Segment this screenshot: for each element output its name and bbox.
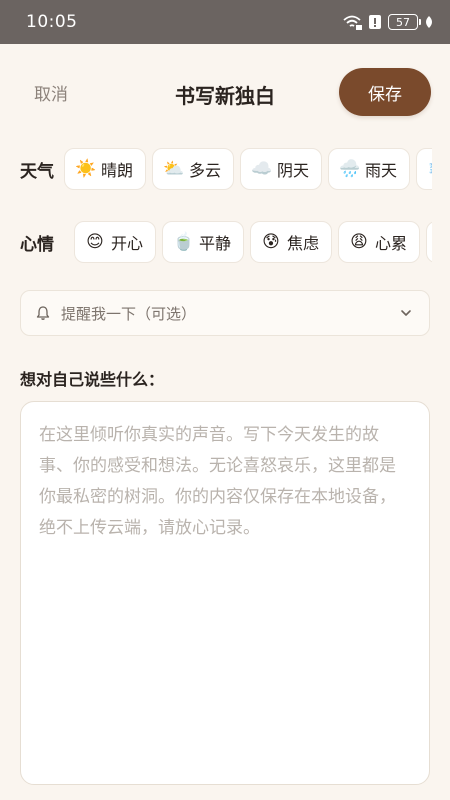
header: 取消 书写新独白 保存 [0,60,450,124]
tea-cup-icon: 🍵 [173,231,195,252]
chip-label: 雨天 [365,161,398,180]
status-icons: 57 [342,14,434,30]
cloud-icon: ☁️ [251,158,273,179]
weather-chip-rainy[interactable]: 🌧️ 雨天 [328,148,411,190]
bell-icon [36,306,50,320]
mood-row: 心情 😊 开心 🍵 平静 😰 焦虑 😩 心累 😤 生气 [0,218,450,266]
smile-icon: 😊 [86,231,104,252]
mood-chip-tired[interactable]: 😩 心累 [338,221,421,263]
chip-label: 多云 [189,161,222,180]
weather-label: 天气 [20,162,54,182]
weather-chip-snowy[interactable]: ❄️ 下雪 [416,148,432,190]
reminder-dropdown[interactable]: 提醒我一下（可选） [20,290,430,336]
journal-heading: 想对自己说些什么： [20,370,165,389]
anxious-face-icon: 😰 [262,231,280,252]
journal-textarea[interactable] [20,401,430,785]
partly-cloudy-icon: ⛅ [163,158,185,179]
wifi-icon [343,15,362,30]
chip-label: 心累 [375,234,408,253]
chip-label: 开心 [111,234,144,253]
reminder-label: 提醒我一下（可选） [61,304,197,323]
mood-scroll[interactable]: 😊 开心 🍵 平静 😰 焦虑 😩 心累 😤 生气 [74,218,432,266]
weather-row: 天气 ☀️ 晴朗 ⛅ 多云 ☁️ 阴天 🌧️ 雨天 ❄️ 下雪 [0,145,450,193]
chevron-down-icon [401,310,411,316]
cancel-button[interactable]: 取消 [34,80,68,105]
chip-label: 焦虑 [287,234,320,253]
weather-chip-sunny[interactable]: ☀️ 晴朗 [64,148,147,190]
status-time: 10:05 [26,12,78,32]
battery-icon: 57 [388,14,421,30]
status-bar: 10:05 57 [0,0,450,44]
chip-label: 晴朗 [101,161,134,180]
mood-chip-happy[interactable]: 😊 开心 [74,221,157,263]
chip-label: 平静 [199,234,232,253]
leaf-icon [426,16,432,28]
alert-icon [369,15,381,29]
mood-chip-anxious[interactable]: 😰 焦虑 [250,221,333,263]
weather-chip-overcast[interactable]: ☁️ 阴天 [240,148,323,190]
save-button[interactable]: 保存 [339,68,431,116]
rain-cloud-icon: 🌧️ [339,158,361,179]
weather-scroll[interactable]: ☀️ 晴朗 ⛅ 多云 ☁️ 阴天 🌧️ 雨天 ❄️ 下雪 [64,145,432,193]
mood-chip-calm[interactable]: 🍵 平静 [162,221,245,263]
sun-icon: ☀️ [75,158,97,179]
mood-chip-angry[interactable]: 😤 生气 [426,221,432,263]
chip-label: 阴天 [277,161,310,180]
mood-label: 心情 [20,235,54,255]
weather-chip-cloudy[interactable]: ⛅ 多云 [152,148,235,190]
weary-face-icon: 😩 [350,231,368,252]
snowflake-icon: ❄️ [427,160,432,178]
